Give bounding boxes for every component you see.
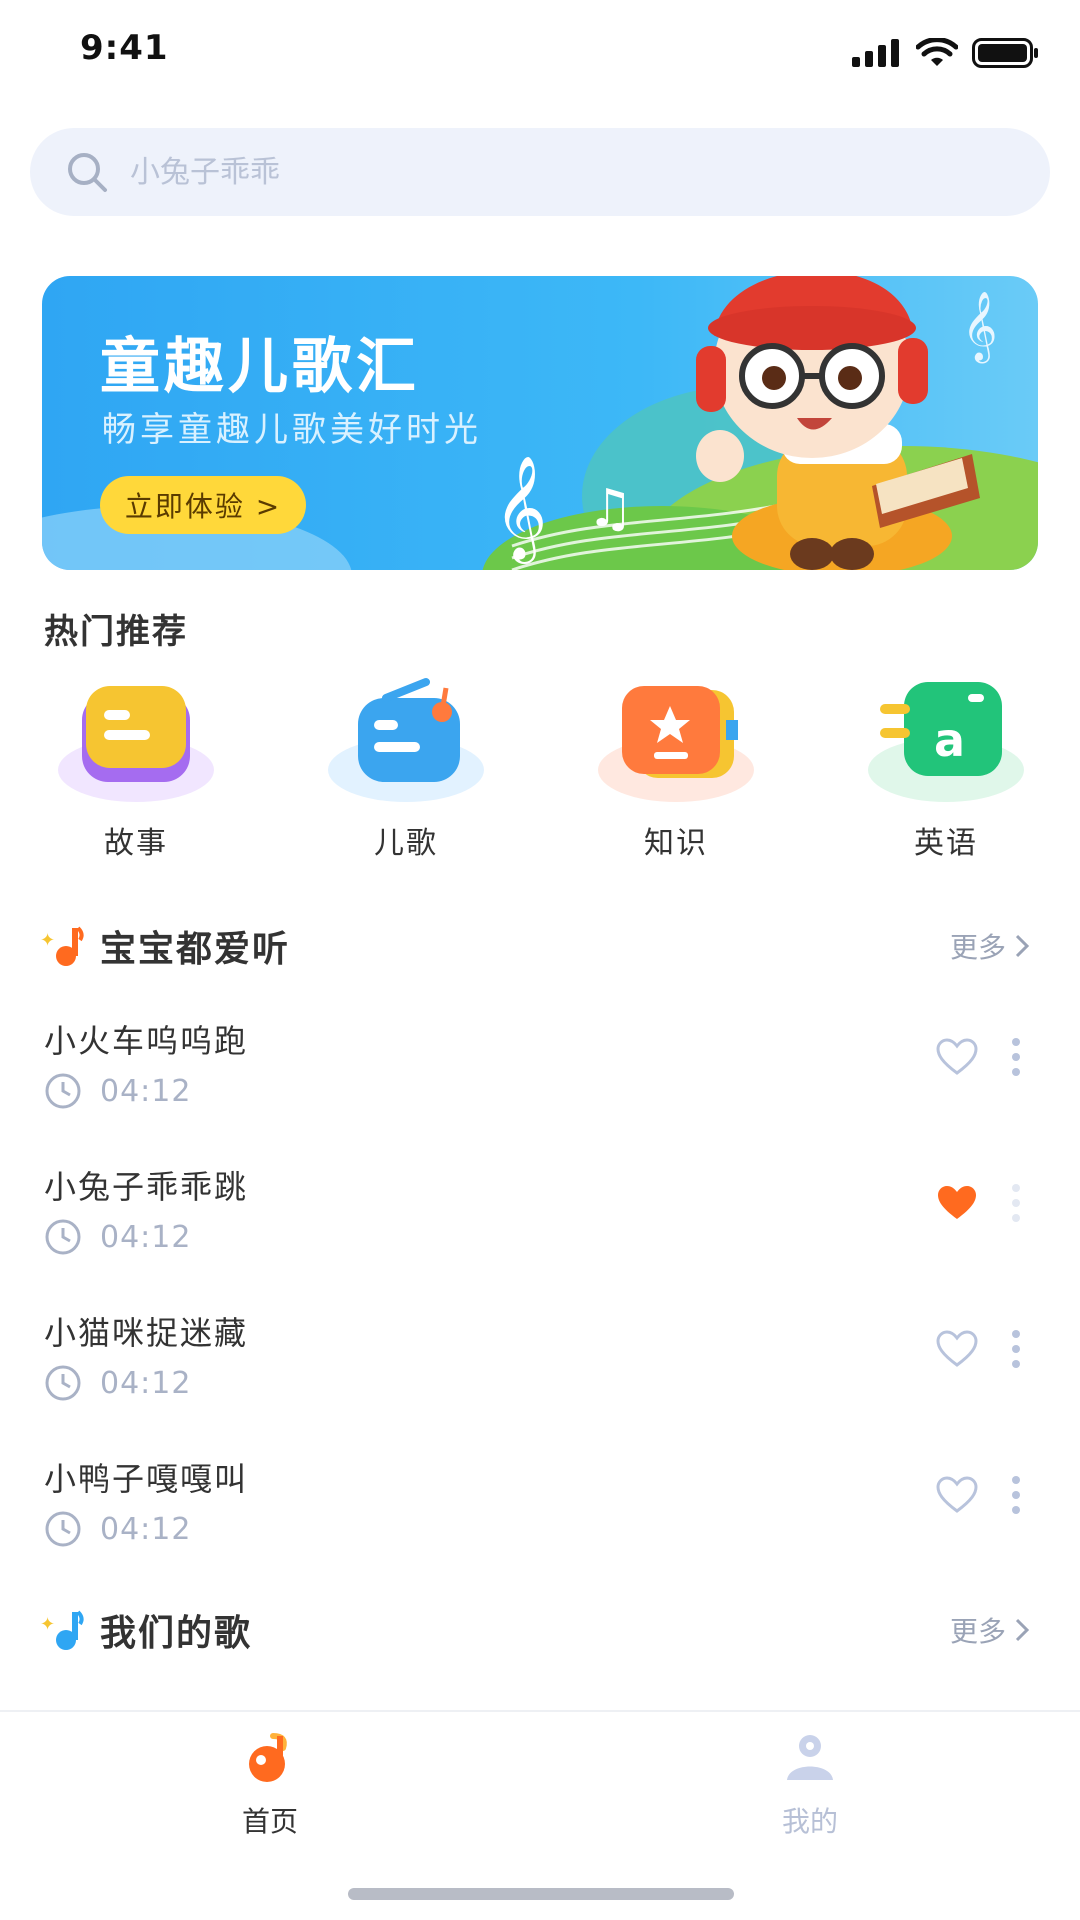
category-label: 故事 [104, 826, 168, 861]
song-duration: 04:12 [100, 1511, 192, 1547]
more-link[interactable]: 更多 [950, 1610, 1030, 1650]
chevron-right-icon [1015, 934, 1030, 958]
clock-icon [45, 1073, 81, 1109]
svg-text:✦: ✦ [40, 930, 55, 951]
english-icon: a [868, 682, 1024, 802]
tab-profile[interactable]: 我的 [730, 1730, 890, 1850]
section-title: 我们的歌 [100, 1613, 253, 1654]
category-songs[interactable]: 儿歌 [316, 672, 496, 872]
search-input[interactable] [128, 153, 932, 191]
clock-icon [45, 1511, 81, 1547]
category-story[interactable]: 故事 [46, 672, 226, 872]
book-icon [598, 686, 754, 802]
song-title: 小兔子乖乖跳 [44, 1168, 249, 1206]
song-duration: 04:12 [100, 1365, 192, 1401]
banner-subtitle: 畅享童趣儿歌美好时光 [102, 410, 482, 450]
category-english[interactable]: a 英语 [856, 672, 1036, 872]
tab-label: 我的 [781, 1805, 838, 1838]
more-label: 更多 [949, 931, 1006, 964]
svg-text:✦: ✦ [40, 1614, 55, 1635]
banner-title: 童趣儿歌汇 [100, 332, 420, 402]
song-title: 小鸭子嘎嘎叫 [44, 1460, 249, 1498]
more-vertical-icon[interactable] [1010, 1474, 1022, 1516]
more-vertical-icon[interactable] [1010, 1036, 1022, 1078]
svg-text:a: a [934, 713, 965, 767]
music-note-icon: ✦ [40, 1610, 84, 1650]
story-icon [58, 686, 214, 802]
home-note-icon [249, 1733, 287, 1782]
home-indicator [348, 1888, 734, 1900]
more-label: 更多 [949, 1615, 1006, 1648]
heart-outline-icon[interactable] [936, 1038, 978, 1076]
tab-home[interactable]: 首页 [190, 1730, 350, 1850]
section-header-baby-favorites: ✦ 宝宝都爱听 更多 [40, 916, 1040, 976]
tab-label: 首页 [241, 1805, 298, 1838]
profile-icon [787, 1735, 833, 1780]
clock-icon [45, 1365, 81, 1401]
more-link[interactable]: 更多 [950, 926, 1030, 966]
song-row[interactable]: 小猫咪捉迷藏 04:12 [44, 1308, 1040, 1438]
category-knowledge[interactable]: 知识 [586, 672, 766, 872]
music-note-icon: ✦ [40, 926, 84, 966]
wifi-icon [916, 38, 958, 66]
promo-banner[interactable]: 𝄞 ♫ 𝄞 童趣儿歌汇 畅享童趣儿歌美好时光 立即体验 > [42, 276, 1038, 570]
search-bar[interactable] [30, 128, 1050, 216]
more-vertical-icon[interactable] [1010, 1182, 1022, 1224]
heart-outline-icon[interactable] [936, 1476, 978, 1514]
search-icon [68, 153, 107, 192]
song-row[interactable]: 小兔子乖乖跳 04:12 [44, 1162, 1040, 1292]
song-row[interactable]: 小鸭子嘎嘎叫 04:12 [44, 1454, 1040, 1584]
song-row[interactable]: 小火车呜呜跑 04:12 [44, 1016, 1040, 1146]
song-title: 小火车呜呜跑 [44, 1022, 249, 1060]
signal-icon [852, 39, 899, 67]
clock-icon [45, 1219, 81, 1255]
try-now-button[interactable]: 立即体验 > [100, 476, 306, 534]
category-label: 英语 [914, 826, 978, 861]
status-time: 9:41 [80, 28, 169, 68]
song-title: 小猫咪捉迷藏 [44, 1314, 249, 1352]
hot-recommend-title: 热门推荐 [44, 612, 188, 652]
battery-icon [972, 38, 1038, 68]
song-duration: 04:12 [100, 1219, 192, 1255]
section-header-our-songs: ✦ 我们的歌 更多 [40, 1600, 1040, 1660]
heart-outline-icon[interactable] [936, 1330, 978, 1368]
svg-text:♫: ♫ [587, 479, 634, 539]
chevron-right-icon [1015, 1618, 1030, 1642]
character-illustration [696, 276, 980, 570]
category-label: 儿歌 [374, 826, 438, 861]
status-icons [852, 38, 1040, 68]
category-label: 知识 [644, 826, 708, 861]
radio-icon [328, 678, 484, 802]
song-duration: 04:12 [100, 1073, 192, 1109]
svg-text:𝄞: 𝄞 [494, 455, 547, 564]
more-vertical-icon[interactable] [1010, 1328, 1022, 1370]
section-title: 宝宝都爱听 [100, 929, 291, 970]
heart-filled-icon[interactable] [936, 1184, 978, 1222]
